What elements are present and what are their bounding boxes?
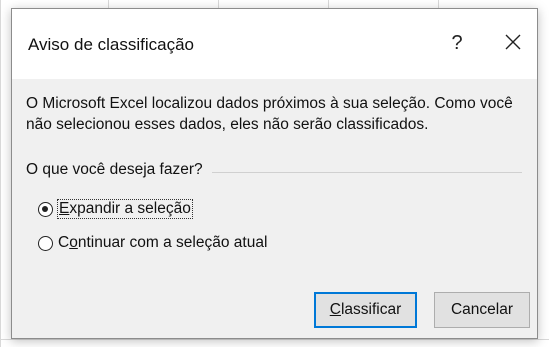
- radio-expand-label[interactable]: Expandir a seleção: [57, 199, 193, 219]
- mnemonic-letter: o: [69, 234, 78, 251]
- radio-continue-label[interactable]: Continuar com a seleção atual: [58, 234, 267, 252]
- grid-line: [328, 0, 329, 8]
- radio-continue-text: ntinuar com a seleção atual: [77, 234, 268, 251]
- classify-button[interactable]: Classificar: [314, 292, 417, 328]
- mnemonic-letter: C: [329, 301, 341, 318]
- radio-expand-selection[interactable]: Expandir a seleção: [38, 197, 193, 221]
- sort-warning-dialog: Aviso de classificação ? O Microsoft Exc…: [11, 8, 538, 339]
- grid-line: [438, 0, 439, 8]
- radio-selected-icon[interactable]: [38, 201, 53, 217]
- grid-line: [218, 0, 219, 8]
- mnemonic-letter: E: [59, 200, 70, 217]
- radio-continue-first: C: [58, 234, 70, 251]
- grid-line: [0, 0, 1, 347]
- dialog-title: Aviso de classificação: [28, 35, 194, 54]
- dialog-titlebar: Aviso de classificação ?: [12, 9, 537, 79]
- cancel-button[interactable]: Cancelar: [434, 292, 530, 328]
- options-group-label: O que você deseja fazer?: [26, 161, 209, 179]
- close-button[interactable]: [496, 27, 530, 59]
- radio-unselected-icon[interactable]: [38, 235, 53, 251]
- dialog-message: O Microsoft Excel localizou dados próxim…: [26, 95, 513, 133]
- grid-line: [0, 339, 549, 340]
- grid-line: [108, 0, 109, 8]
- classify-button-label: lassificar: [340, 301, 402, 318]
- radio-expand-text: xpandir a seleção: [69, 200, 191, 217]
- close-icon: [505, 34, 521, 50]
- help-button[interactable]: ?: [442, 27, 472, 59]
- group-divider: [212, 172, 522, 173]
- radio-continue-selection[interactable]: Continuar com a seleção atual: [38, 231, 267, 255]
